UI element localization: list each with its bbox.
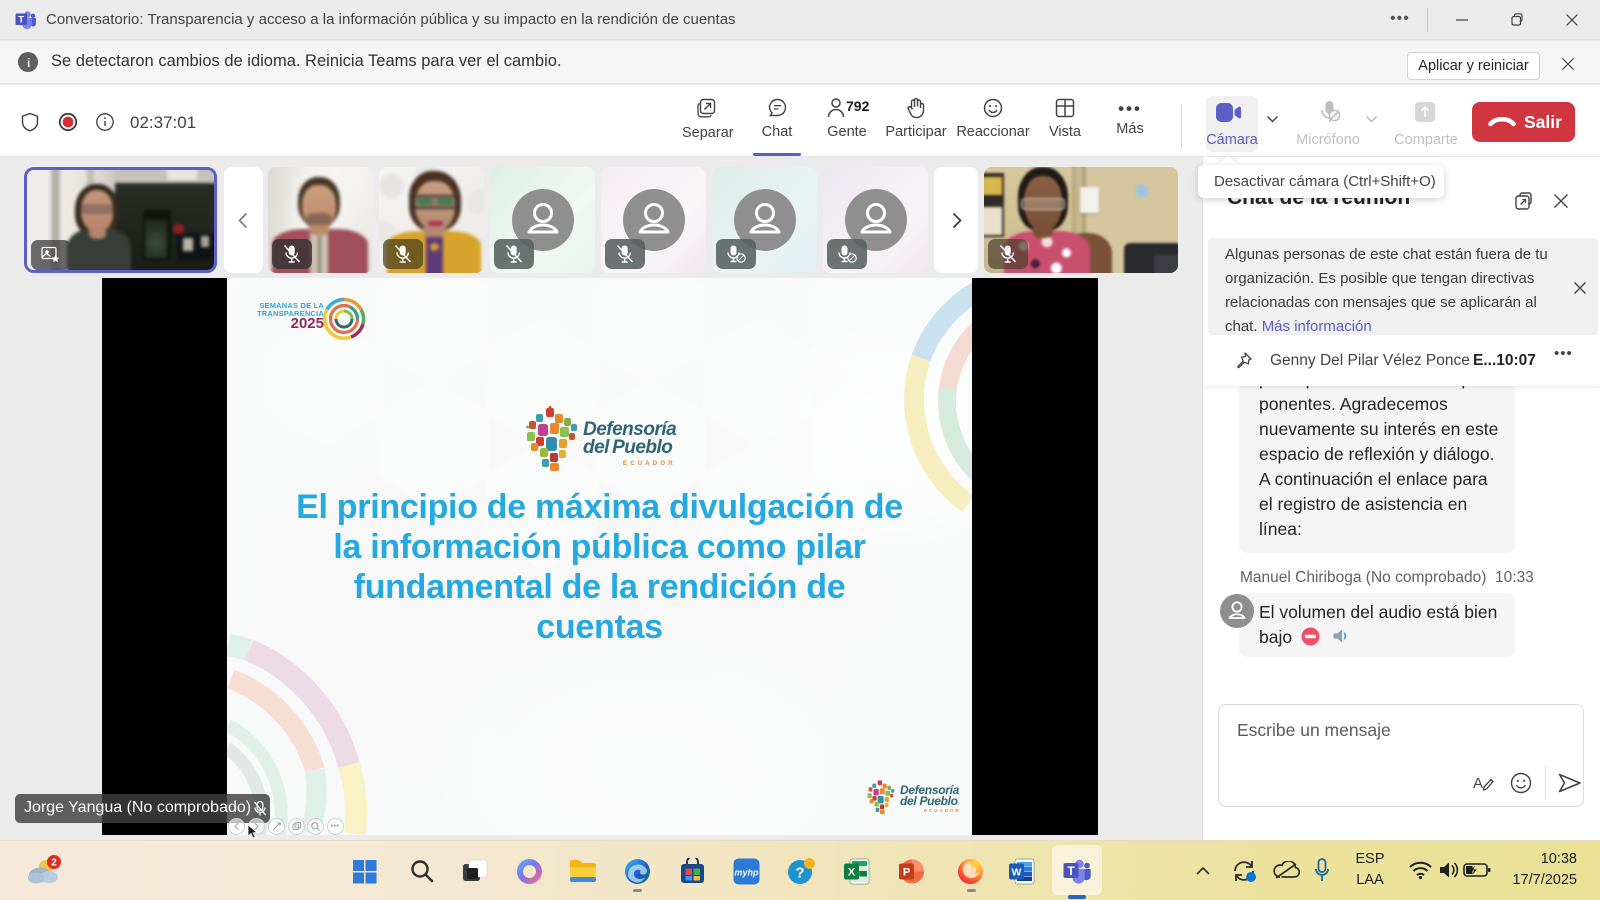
- svg-text:T: T: [1067, 864, 1075, 878]
- svg-text:X: X: [848, 867, 856, 879]
- svg-text:792: 792: [846, 98, 869, 114]
- svg-text:2: 2: [51, 858, 57, 869]
- svg-text:T: T: [18, 15, 24, 26]
- svg-text:W: W: [1012, 867, 1022, 879]
- svg-text:myhp: myhp: [734, 868, 759, 878]
- svg-text:A: A: [1473, 775, 1483, 792]
- svg-text:?: ?: [795, 865, 804, 882]
- svg-text:P: P: [903, 867, 910, 879]
